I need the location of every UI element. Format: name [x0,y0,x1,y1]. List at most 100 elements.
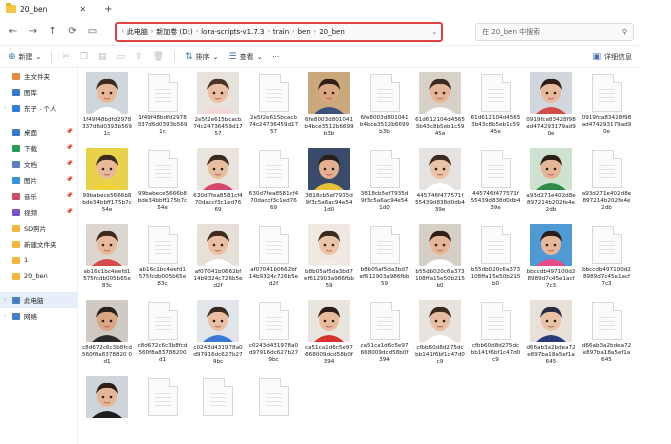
text-file-item[interactable] [249,376,299,419]
forward-arrow-icon[interactable]: → [26,25,40,39]
sidebar-item[interactable]: SD照片 [0,220,77,236]
monitor-icon[interactable]: ▭ [86,25,100,39]
new-button[interactable]: ⊕ 新建 ⌄ [8,52,41,62]
breadcrumb-item[interactable]: lora-scripts-v1.7.3 [201,28,264,36]
sidebar-item[interactable]: 文档 📌 [0,156,77,172]
text-file-item[interactable]: c0243d431978a0d97916dc627b279bc [249,300,299,364]
sidebar-item[interactable]: 视频 📌 [0,204,77,220]
sidebar-item[interactable]: › 网络 [0,308,77,324]
search-input[interactable]: 在 20_ben 中搜索 ⚲ [475,22,634,41]
image-file-item[interactable]: a93d271e402d8e897214b202fe4e2db [526,148,576,214]
text-document-icon [369,150,400,188]
text-document-icon [203,378,233,416]
file-name: b55db020c6a373108ffa15e50b215b0 [415,269,465,289]
sidebar-item[interactable]: 图库 [0,84,77,100]
file-name: 2e5f2e615bcacb74c24736459d1757 [193,117,243,137]
sidebar-item[interactable]: 图片 📌 [0,172,77,188]
image-file-item[interactable]: 99babece5666b8bde34bbff175b7c54e [82,148,132,214]
text-file-item[interactable]: ab16c1bc4eefd1575fcdb005b65e83c [138,224,188,288]
copy-button[interactable]: ❐ [80,52,88,62]
text-file-item[interactable]: a93d271e402d8e897214b202fe4e2db [582,148,632,212]
more-options-button[interactable]: ··· [272,53,279,61]
breadcrumb-item[interactable]: ben [298,28,311,36]
share-button[interactable]: ⇪ [135,52,143,62]
image-file-item[interactable]: 630d7fea8581cf470daccf3c1ed7669 [193,148,243,214]
sort-button[interactable]: ⇅ 排序 ⌄ [185,52,218,62]
rename-button[interactable]: ▭ [117,52,126,62]
image-file-item[interactable]: 1f49f48bdfd2978337d6d0393b5691c [82,72,132,138]
image-file-item[interactable]: b8b05af5da3bd7ef612903a986fbb59 [304,224,354,290]
sidebar-item[interactable]: 主文件夹 [0,68,77,84]
text-file-item[interactable]: 445746f477571f55439d838d0db439e [471,148,521,212]
chevron-right-icon[interactable]: › [4,313,6,319]
text-file-item[interactable]: 61d612104d45653b43c8b5eb1c5945e [471,72,521,136]
view-button[interactable]: ☰ 查看 ⌄ [228,52,262,62]
image-file-item[interactable]: 61d612104d45653b43c8b5eb1c5945e [415,72,465,138]
sidebar-item[interactable]: › 此电脑 [0,292,77,308]
details-button[interactable]: ▣ 详细信息 [592,52,632,62]
image-file-item[interactable]: b55db020c6a373108ffa15e50b215b0 [415,224,465,290]
image-file-item[interactable]: 3818cb5ef7935d9f3c5a6ac94e541d0 [304,148,354,214]
breadcrumb-item[interactable]: 新加卷 (D:) [156,27,192,37]
text-file-item[interactable]: 1f49f48bdfd2978337d6d0393b5691c [138,72,188,136]
sidebar-item[interactable]: 新建文件夹 [0,236,77,252]
sidebar-item[interactable]: › 东子 - 个人 [0,100,77,116]
image-file-item[interactable]: bbccdb497100d28989d7c45e1acf7c3 [526,224,576,290]
text-file-item[interactable] [138,376,188,419]
image-file-item[interactable]: ab16c1bc4eefd1575fcdb005b65e83c [82,224,132,290]
chevron-down-icon[interactable]: ⌄ [431,28,437,36]
tab-title[interactable]: 20_ben [20,5,47,14]
refresh-icon[interactable]: ⟳ [66,25,80,39]
chevron-right-icon[interactable]: › [4,105,6,111]
text-file-item[interactable]: 99babece5666b8bde34bbff175b7c54e [138,148,188,212]
sidebar-item[interactable]: 音乐 📌 [0,188,77,204]
sidebar-item[interactable]: 1 [0,252,77,268]
up-arrow-icon[interactable]: ↑ [46,25,60,39]
chevron-right-icon[interactable]: › [4,297,6,303]
text-file-item[interactable]: b55db020c6a373108ffa15e50b215b0 [471,224,521,288]
text-file-item[interactable]: 3818cb5ef7935d9f3c5a6ac94e541d0 [360,148,410,212]
new-tab-icon[interactable]: + [104,4,112,15]
cut-button[interactable]: ✂ [62,52,70,62]
text-document-icon [480,302,511,340]
address-bar[interactable]: › 此电脑 › 新加卷 (D:) › lora-scripts-v1.7.3 ›… [115,21,444,42]
paste-button[interactable]: ▤ [98,52,107,62]
folder-icon [12,160,20,168]
image-file-item[interactable]: c8d672c6c3b8fcd560f8a8378820 0d1 [82,300,132,366]
text-file-item[interactable]: af07041b0662bf14b9324c726b5ed2f [249,224,299,288]
text-file-item[interactable]: 2e5f2e615bcacb74c24736459d1757 [249,72,299,136]
breadcrumb-item[interactable]: 20_ben [319,28,345,36]
delete-button[interactable]: 🗑 [153,52,164,62]
image-file-item[interactable]: ca51ca1d6c5e97668009dcd58b0f394 [304,300,354,366]
text-file-item[interactable]: d66ab3a2bdea72e897ba18a5ef1a645 [582,300,632,364]
text-file-item[interactable]: cfbb60d8d275dcbb141f6bf1c47d0c9 [471,300,521,364]
sidebar-item[interactable]: 20_ben [0,268,77,284]
text-file-item[interactable]: 630d7fea8581cf470daccf3c1ed7669 [249,148,299,212]
image-file-item[interactable]: 445746f477571f55439d838d0db439e [415,148,465,214]
text-file-item[interactable]: bbccdb497100d28989d7c45e1acf7c3 [582,224,632,288]
image-file-item[interactable]: 2e5f2e615bcacb74c24736459d1757 [193,72,243,138]
text-file-item[interactable]: 6fe8003d801041b4bce3512b6699b3b [360,72,410,136]
image-file-item[interactable]: c0243d431978a0d97916dc627b279bc [193,300,243,366]
image-file-item[interactable]: af07041b0662bf14b9324c726b5ed2f [193,224,243,290]
text-file-item[interactable]: 0919fca83428f98ad474293179ad90e [582,72,632,136]
image-file-item[interactable]: d66ab3a2bdea72e897ba18a5ef1a645 [526,300,576,366]
file-name: ca51ca1d6c5e97668009dcd58b0f394 [305,345,353,365]
image-file-item[interactable]: 6fe8003d801041b4bce3512b6699b3b [304,72,354,138]
text-file-item[interactable] [193,376,243,419]
text-file-item[interactable]: ca51ca1d6c5e97668009dcd58b0f394 [360,300,410,364]
close-tab-icon[interactable]: ✕ [79,5,86,14]
image-file-item[interactable] [82,376,132,421]
text-file-item[interactable]: c8d672c6c3b8fcd560f8a83788200d1 [138,300,188,364]
sidebar-item[interactable]: 下载 📌 [0,140,77,156]
text-file-item[interactable]: b8b05af5da3bd7ef612903a986fbb59 [360,224,410,288]
folder-icon [12,144,20,152]
image-file-item[interactable]: cfbb60d8d275dcbb141f6bf1c47d0c9 [415,300,465,366]
breadcrumb-item[interactable]: train [273,28,289,36]
text-document-icon [591,74,622,112]
image-file-item[interactable]: 0919fca83428f98ad474293179ad90e [526,72,576,138]
photo-thumbnail [86,376,128,418]
breadcrumb-item[interactable]: 此电脑 [127,27,148,37]
sidebar-item[interactable]: 桌面 📌 [0,124,77,140]
back-arrow-icon[interactable]: ← [6,25,20,39]
